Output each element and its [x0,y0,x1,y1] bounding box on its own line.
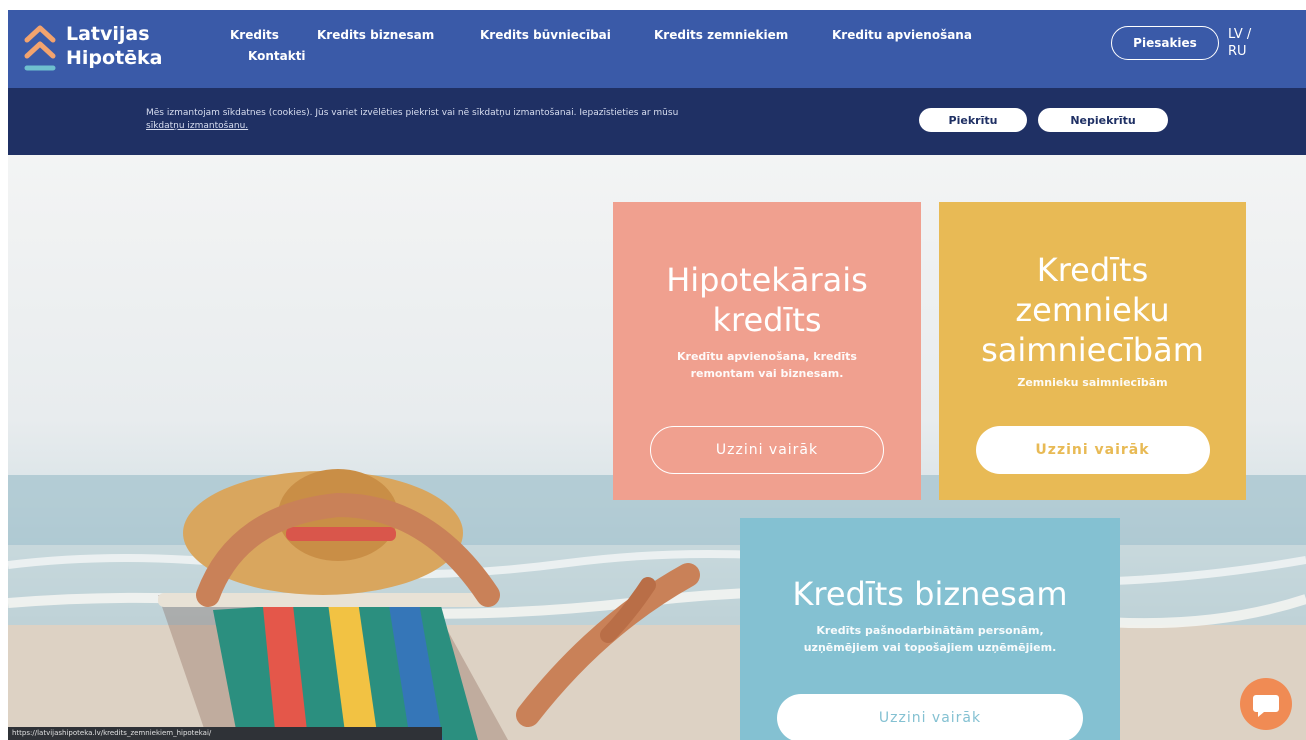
learn-more-button[interactable]: Uzzini vairāk [777,694,1083,740]
card-title-line-2: zemnieku [1015,291,1170,329]
card-title-line-3: saimniecībām [981,331,1204,369]
card-subtitle: Kredīts pašnodarbinātām personām, uzņēmē… [740,622,1120,656]
card-subtitle-line-2: remontam vai biznesam. [690,367,844,380]
chat-button[interactable] [1240,678,1292,730]
card-mortgage-loan: Hipotekārais kredīts Kredītu apvienošana… [613,202,921,500]
logo-chevron-icon [24,25,56,71]
hero-section: Hipotekārais kredīts Kredītu apvienošana… [8,155,1306,740]
logo-text: Latvijas Hipotēka [66,22,163,70]
card-subtitle-line-2: uzņēmējiem vai topošajiem uzņēmējiem. [803,641,1057,654]
lang-lv[interactable]: LV / [1228,27,1251,42]
browser-status-url: https://latvijashipoteka.lv/kredits_zemn… [8,727,442,740]
chat-bubble-icon [1253,695,1279,717]
cookie-accept-button[interactable]: Piekrītu [919,108,1027,132]
nav-item-kredits-zemniekiem[interactable]: Kredits zemniekiem [654,28,788,42]
card-title-line-1: Hipotekārais [666,261,868,299]
card-subtitle-line-1: Kredītu apvienošana, kredīts [677,350,857,363]
card-subtitle-line-1: Zemnieku saimniecībām [1017,376,1168,389]
site-header: Latvijas Hipotēka Kredits Kredits biznes… [8,10,1306,88]
card-title-line-2: kredīts [712,301,822,339]
card-farm-loan: Kredīts zemnieku saimniecībām Zemnieku s… [939,202,1246,500]
page-frame: Latvijas Hipotēka Kredits Kredits biznes… [8,10,1306,740]
card-title-line-1: Kredīts [1036,251,1149,289]
card-title: Hipotekārais kredīts [613,260,921,340]
logo-line-1: Latvijas [66,23,150,45]
learn-more-button[interactable]: Uzzini vairāk [975,426,1210,474]
cookie-decline-button[interactable]: Nepiekrītu [1038,108,1168,132]
learn-more-button[interactable]: Uzzini vairāk [650,426,884,474]
language-switcher: LV / RU [1228,26,1251,60]
login-button[interactable]: Piesakies [1111,26,1219,60]
card-title: Kredīts zemnieku saimniecībām [939,250,1246,370]
card-subtitle: Kredītu apvienošana, kredīts remontam va… [613,348,921,382]
cookie-message: Mēs izmantojam sīkdatnes (cookies). Jūs … [146,108,679,118]
card-business-loan: Kredīts biznesam Kredīts pašnodarbinātām… [740,518,1120,740]
nav-item-kredits-biznesam[interactable]: Kredits biznesam [317,28,434,42]
card-subtitle-line-1: Kredīts pašnodarbinātām personām, [816,624,1044,637]
cookie-policy-link[interactable]: sīkdatņu izmantošanu. [146,121,248,131]
cookie-text: Mēs izmantojam sīkdatnes (cookies). Jūs … [146,107,866,133]
card-subtitle: Zemnieku saimniecībām [939,374,1246,391]
nav-item-kontakti[interactable]: Kontakti [248,49,306,63]
nav-item-kreditu-apvienosana[interactable]: Kreditu apvienošana [832,28,972,42]
lang-ru[interactable]: RU [1228,44,1247,59]
logo[interactable]: Latvijas Hipotēka [24,20,194,80]
nav-item-kredits[interactable]: Kredits [230,28,279,42]
cookie-banner: Mēs izmantojam sīkdatnes (cookies). Jūs … [8,88,1306,155]
nav-item-kredits-buvniecibai[interactable]: Kredits būvniecībai [480,28,611,42]
logo-line-2: Hipotēka [66,47,163,69]
card-title: Kredīts biznesam [792,575,1068,613]
